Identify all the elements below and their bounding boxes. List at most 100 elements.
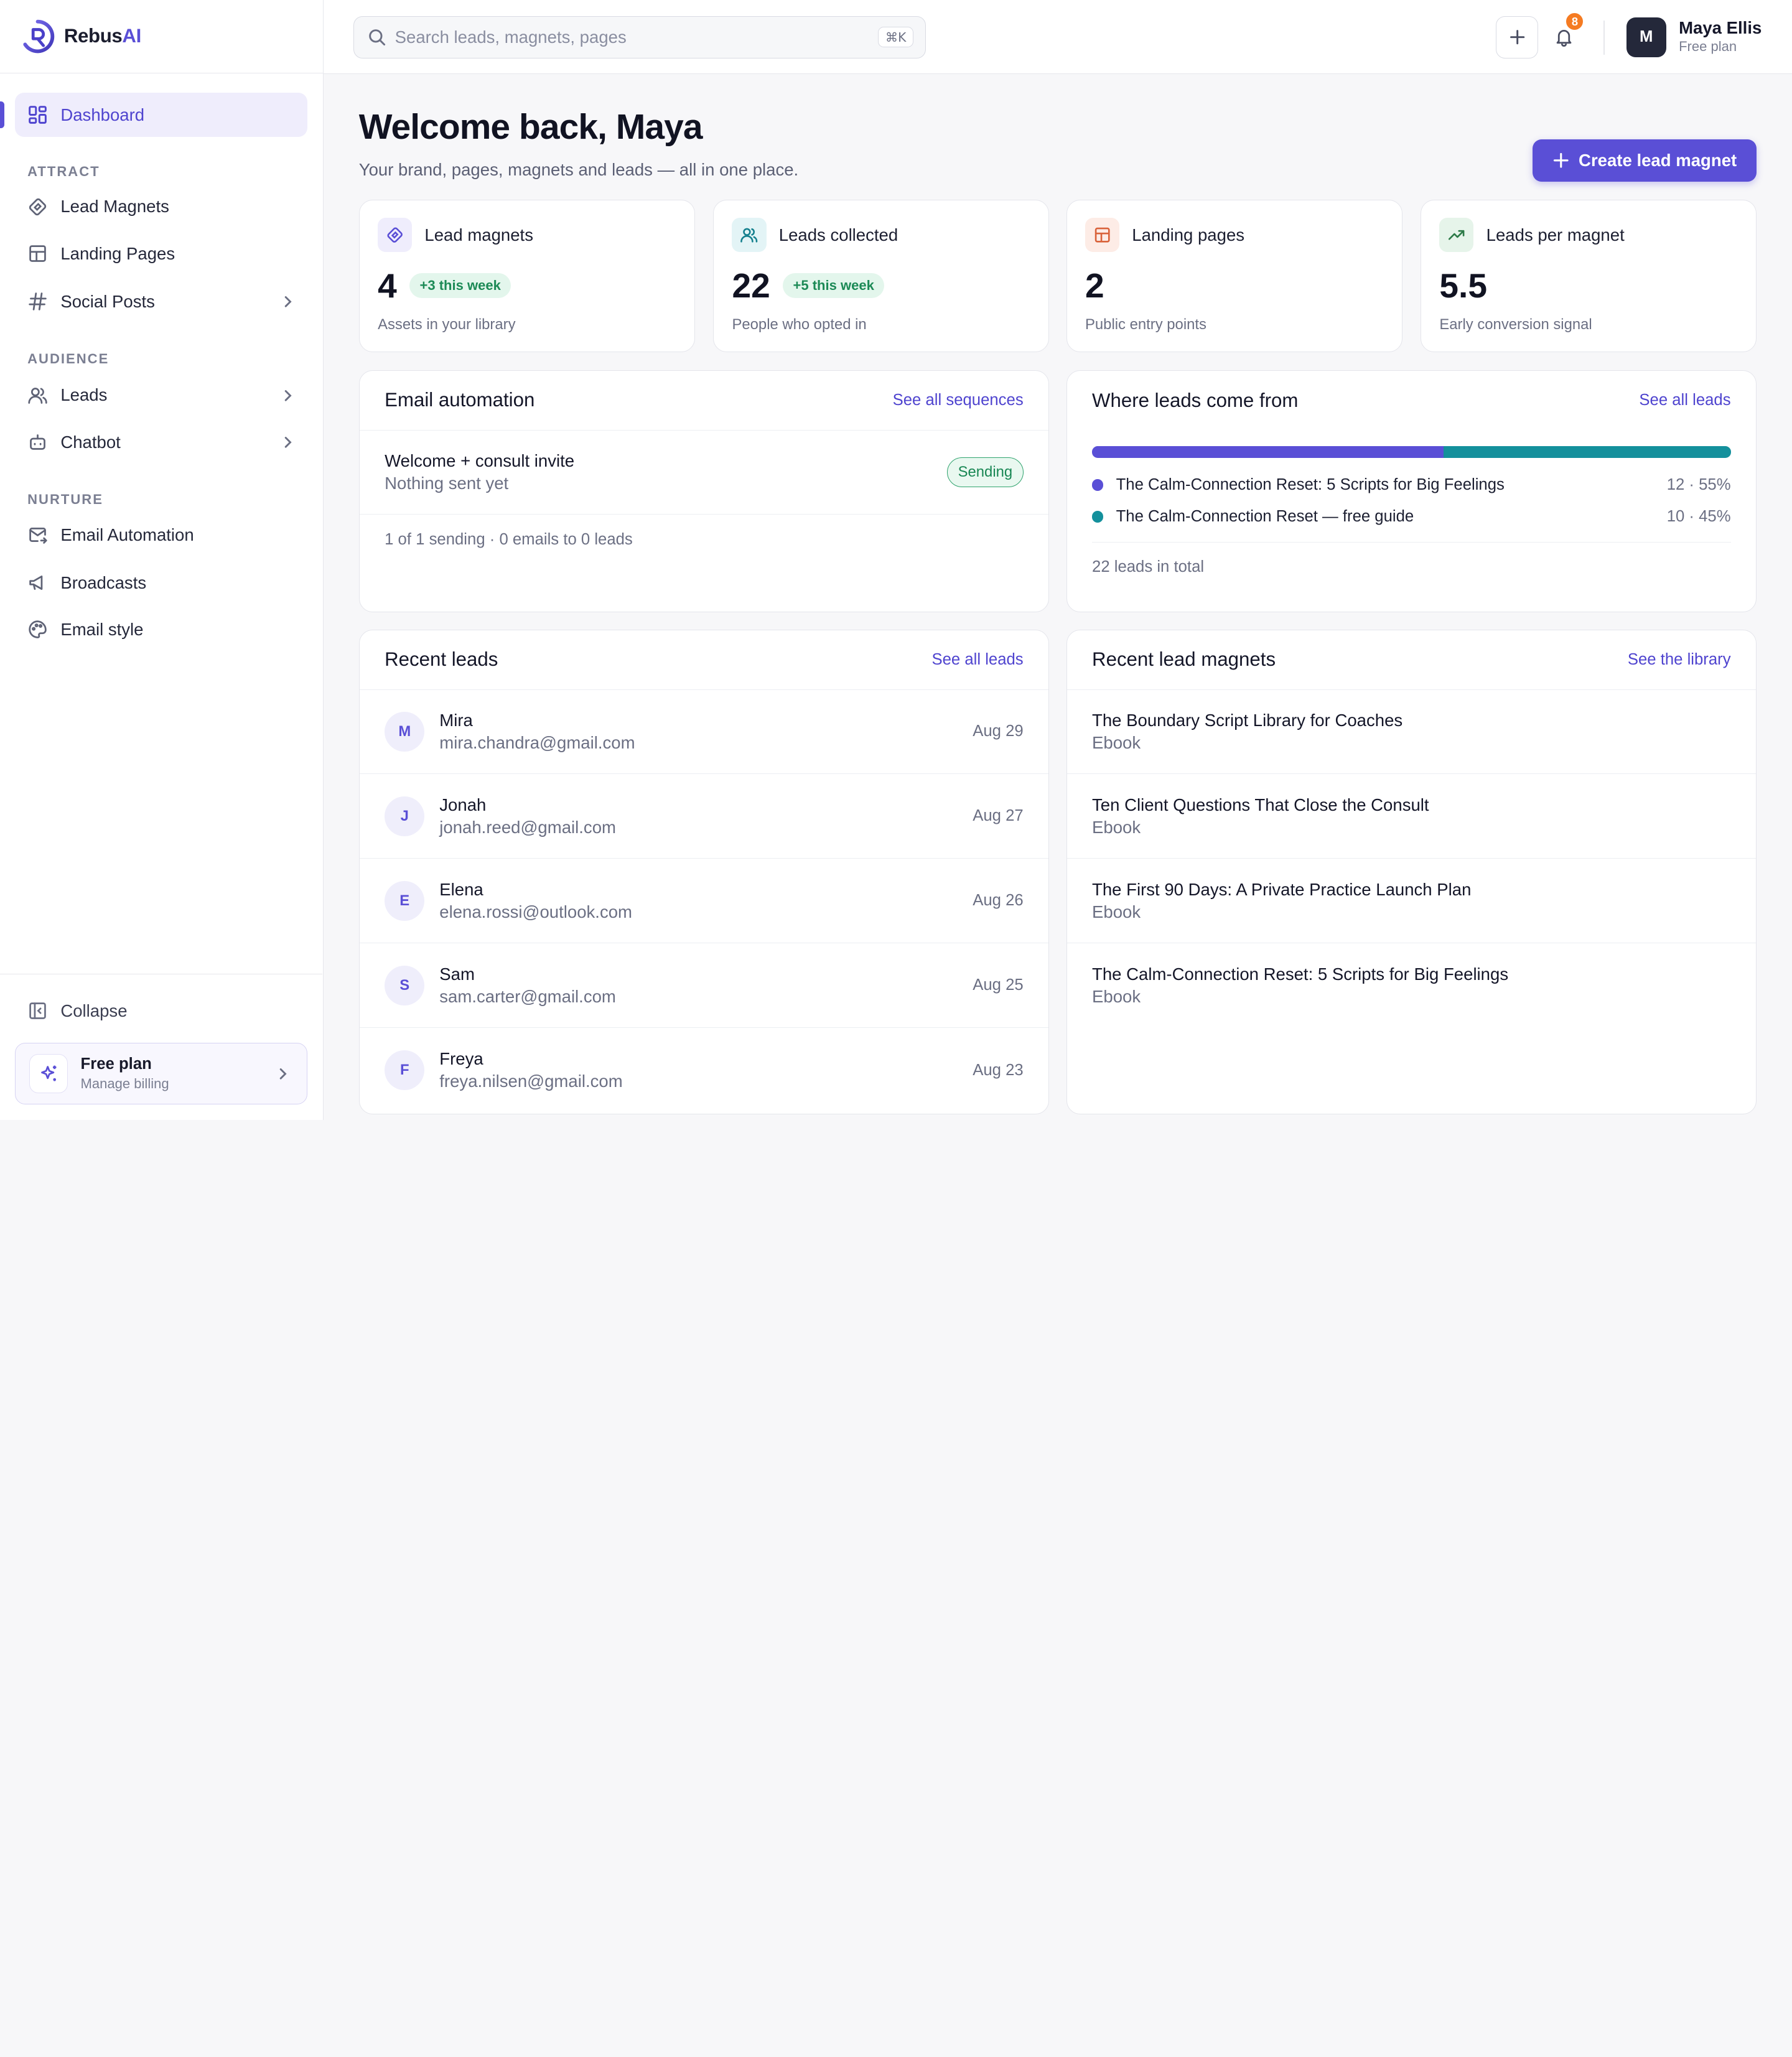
magnet-title: The Boundary Script Library for Coaches xyxy=(1092,711,1403,730)
sequence-title: Welcome + consult invite xyxy=(385,451,575,471)
section-heading-audience: AUDIENCE xyxy=(27,350,110,366)
brand-name: RebusAI xyxy=(64,25,141,47)
sidebar-item-social-posts[interactable]: Social Posts xyxy=(15,280,307,324)
list-item[interactable]: Ten Client Questions That Close the Cons… xyxy=(1066,774,1756,859)
email-automation-card: Email automation See all sequences Welco… xyxy=(358,370,1050,613)
sidebar-collapse-icon xyxy=(29,1002,46,1019)
sidebar-item-label: Landing Pages xyxy=(60,243,175,263)
search-placeholder: Search leads, magnets, pages xyxy=(394,27,627,47)
sequence-subtitle: Nothing sent yet xyxy=(385,473,509,493)
see-all-leads-link[interactable]: See all leads xyxy=(1639,391,1730,409)
search-input[interactable]: Search leads, magnets, pages ⌘K xyxy=(353,16,926,58)
recent-magnets-list: The Boundary Script Library for Coaches E… xyxy=(1066,690,1756,1028)
magnet-icon xyxy=(378,217,413,253)
create-lead-magnet-button[interactable]: Create lead magnet xyxy=(1533,139,1757,182)
recent-magnets-card: Recent lead magnets See the library The … xyxy=(1066,630,1757,1114)
recent-leads-card: Recent leads See all leads M Mira mira.cha… xyxy=(358,630,1050,1114)
card-title: Recent lead magnets xyxy=(1092,648,1276,671)
lead-source-legend: The Calm-Connection Reset: 5 Scripts for… xyxy=(1092,476,1731,526)
layout-icon xyxy=(1085,217,1120,253)
lead-date: Aug 25 xyxy=(973,976,1024,994)
lead-email: jonah.reed@gmail.com xyxy=(439,817,616,837)
stat-caption: People who opted in xyxy=(732,315,867,333)
see-all-leads-link[interactable]: See all leads xyxy=(931,651,1023,669)
topbar: Search leads, magnets, pages ⌘K 8 M Maya… xyxy=(323,0,1792,75)
see-the-library-link[interactable]: See the library xyxy=(1628,651,1731,669)
status-badge: Sending xyxy=(947,457,1024,488)
collapse-button[interactable]: Collapse xyxy=(15,991,128,1032)
sidebar-item-broadcasts[interactable]: Broadcasts xyxy=(15,561,307,605)
list-item[interactable]: The First 90 Days: A Private Practice La… xyxy=(1066,859,1756,944)
lead-name: Jonah xyxy=(439,795,487,815)
lead-date: Aug 27 xyxy=(973,807,1024,825)
lead-avatar: F xyxy=(385,1050,425,1091)
sidebar-item-chatbot[interactable]: Chatbot xyxy=(15,421,307,464)
sidebar-item-lead-magnets[interactable]: Lead Magnets xyxy=(15,185,307,229)
lead-source-value: 10 · 45% xyxy=(1666,508,1731,526)
lead-email: sam.carter@gmail.com xyxy=(439,986,616,1006)
sidebar-item-dashboard[interactable]: Dashboard xyxy=(0,92,308,138)
brand-name-main: Rebus xyxy=(63,25,123,47)
dashboard-grid-icon xyxy=(29,106,47,124)
user-name[interactable]: Maya Ellis xyxy=(1679,18,1762,38)
lead-email: freya.nilsen@gmail.com xyxy=(439,1071,623,1091)
table-row[interactable]: S Sam sam.carter@gmail.com Aug 25 xyxy=(359,943,1049,1028)
sidebar-item-email-style[interactable]: Email style xyxy=(15,608,307,651)
sidebar-item-email-automation[interactable]: Email Automation xyxy=(15,513,307,557)
stat-card-leads-collected: Leads collected 22 +5 this week People w… xyxy=(713,200,1050,352)
magnet-title: The Calm-Connection Reset: 5 Scripts for… xyxy=(1092,964,1509,984)
lead-name: Elena xyxy=(439,879,483,899)
lead-name: Sam xyxy=(439,964,475,984)
sidebar-item-label: Lead Magnets xyxy=(60,197,169,217)
create-lead-magnet-label: Create lead magnet xyxy=(1579,151,1737,170)
table-row[interactable]: F Freya freya.nilsen@gmail.com Aug 23 xyxy=(360,1028,1048,1112)
lead-source-row: The Calm-Connection Reset — free guide 1… xyxy=(1092,508,1731,526)
notification-count-badge: 8 xyxy=(1564,11,1585,32)
section-heading-nurture: NURTURE xyxy=(27,491,103,507)
lead-avatar: J xyxy=(385,796,425,836)
brand[interactable]: RebusAI xyxy=(0,0,323,73)
stat-value: 5.5 xyxy=(1439,266,1487,306)
sidebar-footer: Collapse Free plan Manage billing xyxy=(0,973,322,1120)
notifications-button[interactable]: 8 xyxy=(1543,11,1585,58)
table-row[interactable]: M Mira mira.chandra@gmail.com Aug 29 xyxy=(359,690,1049,775)
megaphone-icon xyxy=(29,576,43,590)
plan-subtitle: Manage billing xyxy=(80,1075,169,1091)
sidebar-item-leads[interactable]: Leads xyxy=(15,374,307,417)
app-root: RebusAI Dashboard ATTRACT Lead Magnets L… xyxy=(0,0,1792,1120)
users-icon xyxy=(28,388,47,404)
collapse-label: Collapse xyxy=(60,1001,128,1020)
magnet-title: Ten Client Questions That Close the Cons… xyxy=(1092,795,1429,815)
table-row[interactable]: J Jonah jonah.reed@gmail.com Aug 27 xyxy=(359,774,1049,859)
sequence-row[interactable]: Welcome + consult invite Nothing sent ye… xyxy=(359,431,1049,515)
table-row[interactable]: E Elena elena.rossi@outlook.com Aug 26 xyxy=(359,859,1049,944)
add-button[interactable] xyxy=(1496,16,1539,58)
stat-title: Leads collected xyxy=(778,225,898,245)
user-avatar[interactable]: M xyxy=(1626,17,1666,57)
page-subtitle: Your brand, pages, magnets and leads — a… xyxy=(358,160,799,180)
automation-summary: 1 of 1 sending · 0 emails to 0 leads xyxy=(385,531,633,549)
chevron-right-icon xyxy=(279,1068,287,1080)
lead-share-bar xyxy=(1092,446,1731,458)
list-item[interactable]: The Boundary Script Library for Coaches E… xyxy=(1066,690,1756,775)
page-title: Welcome back, Maya xyxy=(358,106,703,147)
plan-title: Free plan xyxy=(80,1055,152,1073)
users-icon xyxy=(732,217,767,253)
lead-avatar: M xyxy=(385,711,425,752)
lead-email: elena.rossi@outlook.com xyxy=(439,902,632,921)
see-all-sequences-link[interactable]: See all sequences xyxy=(893,391,1024,409)
search-shortcut: ⌘K xyxy=(877,27,914,48)
user-plan: Free plan xyxy=(1679,39,1737,55)
lead-source-row: The Calm-Connection Reset: 5 Scripts for… xyxy=(1092,476,1731,494)
stat-title: Lead magnets xyxy=(424,225,533,245)
sidebar-item-landing-pages[interactable]: Landing Pages xyxy=(15,232,307,276)
stat-value: 22 xyxy=(732,266,770,306)
magnet-type: Ebook xyxy=(1092,732,1141,752)
magnet-title: The First 90 Days: A Private Practice La… xyxy=(1092,879,1472,899)
list-item[interactable]: The Calm-Connection Reset: 5 Scripts for… xyxy=(1067,943,1756,1028)
card-title: Email automation xyxy=(385,389,535,411)
sidebar: RebusAI Dashboard ATTRACT Lead Magnets L… xyxy=(0,0,324,1120)
plan-card[interactable]: Free plan Manage billing xyxy=(14,1043,308,1105)
magnet-type: Ebook xyxy=(1092,817,1141,837)
bot-icon xyxy=(30,434,45,450)
